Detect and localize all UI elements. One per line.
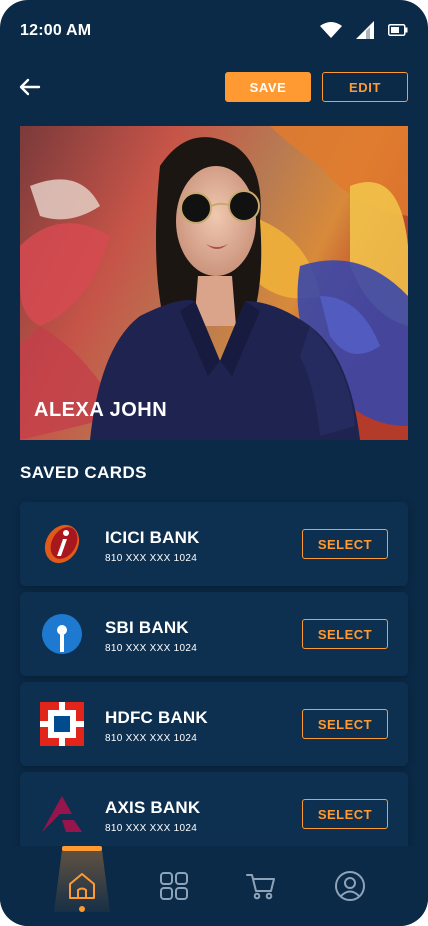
axis-logo-icon <box>42 796 82 832</box>
card-number: 810 XXX XXX 1024 <box>105 733 198 744</box>
profile-photo <box>20 126 408 440</box>
status-time: 12:00 AM <box>20 22 92 39</box>
signal-icon <box>356 21 374 39</box>
bank-name: SBI BANK <box>105 618 189 637</box>
saved-cards-title: SAVED CARDS <box>20 463 147 482</box>
select-button[interactable]: SELECT <box>302 709 388 739</box>
cart-icon[interactable] <box>245 870 277 902</box>
card-item-hdfc: HDFC BANK 810 XXX XXX 1024 SELECT <box>20 682 408 766</box>
save-button[interactable]: SAVE <box>225 72 311 102</box>
card-number: 810 XXX XXX 1024 <box>105 553 198 564</box>
edit-button[interactable]: EDIT <box>322 72 408 102</box>
back-arrow-icon[interactable] <box>18 75 42 99</box>
bottom-nav <box>0 846 428 926</box>
icici-logo-icon <box>44 524 80 564</box>
profile-banner: ALEXA JOHN <box>20 126 408 440</box>
card-item-axis: AXIS BANK 810 XXX XXX 1024 SELECT <box>20 772 408 856</box>
profile-name: ALEXA JOHN <box>34 399 168 421</box>
select-button[interactable]: SELECT <box>302 529 388 559</box>
saved-cards-list: ICICI BANK 810 XXX XXX 1024 SELECT SBI B… <box>20 502 408 862</box>
home-icon[interactable] <box>66 870 98 902</box>
card-item-sbi: SBI BANK 810 XXX XXX 1024 SELECT <box>20 592 408 676</box>
status-icons <box>320 21 408 39</box>
top-bar: SAVE EDIT <box>0 72 428 102</box>
app-screen: 12:00 AM SAVE EDIT ALEXA JOHN SAVED CARD… <box>0 0 428 926</box>
active-dot <box>79 906 85 912</box>
hdfc-logo-icon <box>40 702 84 746</box>
card-item-icici: ICICI BANK 810 XXX XXX 1024 SELECT <box>20 502 408 586</box>
card-number: 810 XXX XXX 1024 <box>105 643 198 654</box>
profile-icon[interactable] <box>334 870 366 902</box>
wifi-icon <box>320 22 342 38</box>
card-number: 810 XXX XXX 1024 <box>105 823 198 834</box>
bank-name: ICICI BANK <box>105 528 200 547</box>
select-button[interactable]: SELECT <box>302 619 388 649</box>
select-button[interactable]: SELECT <box>302 799 388 829</box>
bank-name: HDFC BANK <box>105 708 208 727</box>
sbi-logo-icon <box>42 614 82 654</box>
grid-icon[interactable] <box>158 870 190 902</box>
battery-icon <box>388 24 408 36</box>
bank-name: AXIS BANK <box>105 798 201 817</box>
status-bar: 12:00 AM <box>0 0 428 64</box>
